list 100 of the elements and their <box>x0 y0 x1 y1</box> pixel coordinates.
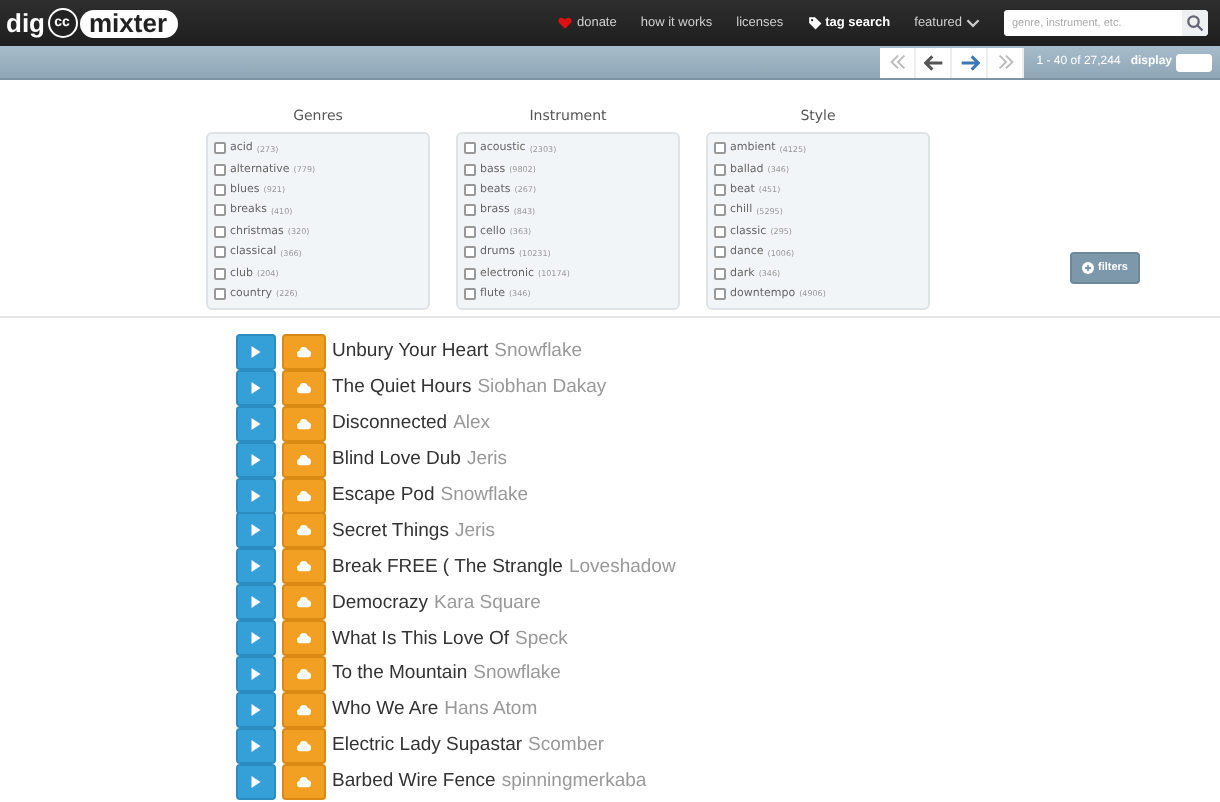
heart-icon <box>558 16 573 30</box>
artist-name[interactable]: Snowflake <box>494 340 583 363</box>
checkbox[interactable] <box>214 204 226 217</box>
download-button[interactable] <box>282 655 326 692</box>
checkbox[interactable] <box>464 267 476 280</box>
download-button[interactable] <box>282 477 326 514</box>
play-button[interactable] <box>236 512 276 549</box>
artist-name[interactable]: Alex <box>453 412 491 435</box>
download-button[interactable] <box>282 620 326 657</box>
track-title[interactable]: The Quiet Hours <box>332 376 472 399</box>
checkbox[interactable] <box>714 246 726 259</box>
checkbox[interactable] <box>714 142 726 155</box>
artist-name[interactable]: spinningmerkaba <box>501 770 647 793</box>
artist-name[interactable]: Kara Square <box>434 591 541 614</box>
play-icon <box>250 703 262 716</box>
checkbox[interactable] <box>214 246 226 259</box>
double-chevron-left-icon <box>889 54 906 70</box>
cloud-icon <box>296 632 312 645</box>
checkbox[interactable] <box>714 204 726 217</box>
display-select[interactable] <box>1176 53 1212 71</box>
play-icon <box>250 345 262 358</box>
plus-circle-icon <box>1082 262 1094 274</box>
checkbox[interactable] <box>214 163 226 176</box>
artist-name[interactable]: Scomber <box>528 734 605 757</box>
download-button[interactable] <box>282 691 326 728</box>
play-icon <box>250 417 262 430</box>
checkbox[interactable] <box>214 183 226 196</box>
download-button[interactable] <box>282 584 326 621</box>
artist-name[interactable]: Speck <box>515 627 568 650</box>
artist-name[interactable]: Snowflake <box>440 484 529 506</box>
caret-icon <box>966 16 980 30</box>
play-button[interactable] <box>236 441 276 478</box>
track-title[interactable]: Blind Love Dub <box>332 448 461 471</box>
checkbox[interactable] <box>464 246 476 259</box>
checkbox[interactable] <box>464 183 476 196</box>
checkbox[interactable] <box>464 225 476 238</box>
cloud-icon <box>296 489 312 502</box>
checkbox[interactable] <box>714 163 726 176</box>
play-icon <box>250 560 262 573</box>
artist-name[interactable]: Loveshadow <box>568 555 676 578</box>
artist-name[interactable]: Jeris <box>466 448 507 471</box>
track-title[interactable]: Escape Pod <box>332 484 435 506</box>
download-button[interactable] <box>282 369 326 406</box>
checkbox[interactable] <box>714 183 726 196</box>
cloud-icon <box>296 775 312 788</box>
download-button[interactable] <box>282 405 326 442</box>
play-button[interactable] <box>236 691 276 728</box>
download-button[interactable] <box>282 548 326 585</box>
track-title[interactable]: Unbury Your Heart <box>332 340 489 363</box>
checkbox[interactable] <box>214 225 226 238</box>
play-button[interactable] <box>236 620 276 657</box>
play-icon <box>250 381 262 394</box>
arrow-right-icon <box>959 53 980 71</box>
download-button[interactable] <box>282 512 326 549</box>
track-title[interactable]: Who We Are <box>332 698 439 721</box>
track-title[interactable]: What Is This Love Of <box>332 627 510 650</box>
artist-name[interactable]: Jeris <box>454 519 496 542</box>
play-button[interactable] <box>236 548 276 585</box>
play-button[interactable] <box>236 584 276 621</box>
checkbox[interactable] <box>464 204 476 217</box>
track-title[interactable]: Secret Things <box>332 519 449 542</box>
play-button[interactable] <box>236 655 276 692</box>
play-button[interactable] <box>236 369 276 406</box>
track-title[interactable]: To the Mountain <box>332 662 468 685</box>
track-title[interactable]: Break FREE ( The Strangle <box>332 555 563 578</box>
track-title[interactable]: Disconnected <box>332 412 448 435</box>
download-button[interactable] <box>282 333 326 370</box>
track-title[interactable]: Barbed Wire Fence <box>332 770 496 793</box>
track-title[interactable]: Electric Lady Supastar <box>332 734 523 757</box>
download-button[interactable] <box>282 727 326 764</box>
checkbox[interactable] <box>464 142 476 155</box>
play-icon <box>250 739 262 752</box>
play-button[interactable] <box>236 333 276 370</box>
track-title[interactable]: Democrazy <box>332 591 429 614</box>
play-icon <box>250 775 262 788</box>
play-button[interactable] <box>236 477 276 514</box>
cloud-icon <box>296 739 312 752</box>
cloud-icon <box>296 524 312 537</box>
play-button[interactable] <box>236 763 276 800</box>
checkbox[interactable] <box>214 142 226 155</box>
checkbox[interactable] <box>714 225 726 238</box>
play-button[interactable] <box>236 727 276 764</box>
checkbox[interactable] <box>464 163 476 176</box>
checkbox[interactable] <box>714 287 726 300</box>
checkbox[interactable] <box>714 267 726 280</box>
checkbox[interactable] <box>214 267 226 280</box>
artist-name[interactable]: Siobhan Dakay <box>477 376 607 399</box>
download-button[interactable] <box>282 441 326 478</box>
play-icon <box>250 667 262 680</box>
artist-name[interactable]: Hans Atom <box>444 698 538 721</box>
cloud-icon <box>296 381 312 394</box>
cloud-icon <box>296 345 312 358</box>
play-button[interactable] <box>236 405 276 442</box>
download-button[interactable] <box>282 763 326 800</box>
play-icon <box>250 632 262 645</box>
checkbox[interactable] <box>464 287 476 300</box>
artist-name[interactable]: Snowflake <box>473 662 561 685</box>
search-button[interactable] <box>1182 10 1208 36</box>
tag-icon <box>807 16 822 30</box>
checkbox[interactable] <box>214 287 226 300</box>
